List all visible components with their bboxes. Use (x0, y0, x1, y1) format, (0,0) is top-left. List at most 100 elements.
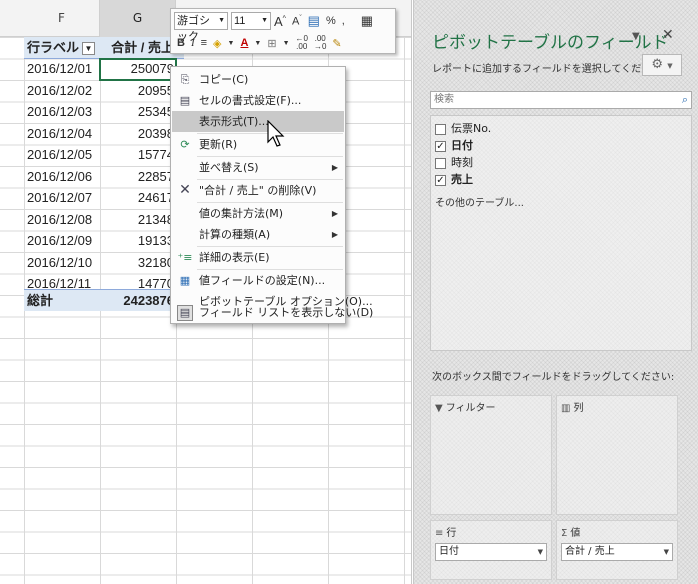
row-value-cell[interactable]: 20955 (100, 80, 176, 102)
checkbox[interactable] (435, 123, 446, 135)
rows-icon: ≡ (435, 528, 444, 539)
row-value-cell[interactable]: 25345 (100, 101, 176, 123)
chevron-down-icon: ▼ (537, 548, 543, 556)
row-value-cell[interactable]: 19133 (100, 230, 176, 252)
menu-item-hide-field-list[interactable]: ▤ フィールド リストを表示しない(D) (172, 303, 373, 323)
field-list: 伝票No. ✓ 日付 時刻 ✓ 売上 その他のテーブル... (430, 115, 692, 351)
shrink-font-button[interactable]: Aˇ (289, 15, 305, 28)
row-date-cell[interactable]: 2016/12/01 (24, 58, 100, 80)
format-painter-icon[interactable]: ✎ (329, 37, 344, 50)
checkbox[interactable] (435, 157, 446, 169)
row-value-cell[interactable]: 15774 (100, 144, 176, 166)
font-size-box[interactable]: 11 ▼ (231, 12, 271, 30)
menu-item-sort[interactable]: 並べ替え(S) ▶ (172, 157, 344, 178)
menu-item-copy[interactable]: ⎘ コピー(C) (172, 69, 344, 90)
field-settings-icon: ▦ (179, 274, 191, 287)
row-date-cell[interactable]: 2016/12/02 (24, 80, 100, 102)
row-value-cell[interactable]: 32180 (100, 252, 176, 274)
italic-button[interactable]: I (188, 37, 198, 49)
menu-item-summarize-by[interactable]: 値の集計方法(M) ▶ (172, 203, 344, 224)
chevron-down-icon[interactable]: ▼ (225, 40, 238, 47)
comma-button[interactable]: , (339, 15, 348, 27)
chevron-down-icon[interactable]: ▼ (632, 31, 640, 42)
menu-item-value-field-settings[interactable]: ▦ 値フィールドの設定(N)... (172, 270, 344, 291)
grow-font-button[interactable]: A^ (271, 14, 289, 29)
show-details-icon: ⁺≡ (177, 251, 193, 264)
field-list-icon: ▤ (177, 305, 193, 321)
refresh-icon: ⟳ (180, 138, 190, 151)
values-field-sum-sales[interactable]: 合計 / 売上 ▼ (561, 543, 673, 561)
row-label-filter-icon[interactable]: ▼ (82, 42, 96, 56)
field-item-slip-no[interactable]: 伝票No. (435, 120, 491, 137)
checkbox-checked[interactable]: ✓ (435, 140, 446, 152)
more-tables-link[interactable]: その他のテーブル... (435, 194, 524, 209)
row-value-cell[interactable]: 22857 (100, 166, 176, 188)
submenu-arrow-icon: ▶ (331, 230, 338, 239)
align-center-icon[interactable]: ≡ (198, 37, 210, 49)
rows-area[interactable]: ≡ 行 日付 ▼ (430, 520, 552, 580)
mouse-cursor-icon (267, 120, 285, 147)
chevron-down-icon[interactable]: ▼ (280, 40, 293, 47)
pivot-total-row: 総計 2423876 (24, 289, 184, 311)
field-item-sales[interactable]: ✓ 売上 (435, 171, 473, 188)
menu-item-remove-field[interactable]: ✕ "合計 / 売上" の削除(V) (172, 180, 344, 201)
row-label-header[interactable]: 行ラベル ▼ (24, 37, 100, 59)
menu-item-refresh[interactable]: ⟳ 更新(R) (172, 134, 344, 155)
submenu-arrow-icon: ▶ (331, 209, 338, 218)
field-search-input[interactable]: 検索 ⌕ (430, 91, 692, 109)
grand-total-label[interactable]: 総計 (24, 290, 100, 312)
rows-field-date[interactable]: 日付 ▼ (435, 543, 547, 561)
bold-button[interactable]: B (174, 37, 188, 49)
columns-icon: ▥ (561, 403, 571, 414)
menu-item-format-cells[interactable]: ▤ セルの書式設定(F)... (172, 90, 344, 111)
columns-area[interactable]: ▥ 列 (556, 395, 678, 515)
chevron-down-icon: ▼ (218, 17, 225, 24)
row-date-cell[interactable]: 2016/12/05 (24, 144, 100, 166)
pane-subtitle: レポートに追加するフィールドを選択してください: (432, 64, 665, 75)
row-date-cell[interactable]: 2016/12/08 (24, 209, 100, 231)
row-date-cell[interactable]: 2016/12/09 (24, 230, 100, 252)
menu-item-number-format[interactable]: 表示形式(T)... (172, 111, 344, 132)
checkbox-checked[interactable]: ✓ (435, 174, 446, 186)
percent-button[interactable]: % (323, 15, 339, 27)
delete-icon: ✕ (179, 182, 191, 198)
chevron-down-icon[interactable]: ▼ (251, 40, 264, 47)
row-date-cell[interactable]: 2016/12/04 (24, 123, 100, 145)
row-value-cell[interactable]: 20398 (100, 123, 176, 145)
tools-button[interactable]: ⚙ ▼ (642, 54, 682, 76)
row-date-cell[interactable]: 2016/12/10 (24, 252, 100, 274)
menu-item-show-values-as[interactable]: 計算の種類(A) ▶ (172, 224, 344, 245)
pivot-header-row: 行ラベル ▼ 合計 / 売上 (24, 37, 184, 59)
table-format-icon[interactable]: ▦ (358, 13, 376, 29)
row-date-cell[interactable]: 2016/12/06 (24, 166, 100, 188)
value-label-header[interactable]: 合計 / 売上 (100, 37, 176, 59)
search-icon[interactable]: ⌕ (682, 92, 688, 108)
decrease-decimal-icon[interactable]: .00 →0 (311, 35, 329, 51)
grand-total-value[interactable]: 2423876 (100, 290, 176, 312)
menu-item-show-details[interactable]: ⁺≡ 詳細の表示(E) (172, 247, 344, 268)
font-color-button[interactable]: A (237, 37, 251, 49)
increase-decimal-icon[interactable]: ←0.00 (293, 35, 311, 51)
sigma-icon: Σ (561, 528, 568, 539)
values-area[interactable]: Σ値 合計 / 売上 ▼ (556, 520, 678, 580)
borders-icon[interactable]: ⊞ (264, 37, 279, 50)
column-header-g[interactable]: G (100, 0, 176, 37)
field-item-time[interactable]: 時刻 (435, 154, 473, 171)
row-value-cell[interactable]: 21348 (100, 209, 176, 231)
pivot-field-pane: ピボットテーブルのフィールド ▼ ✕ レポートに追加するフィールドを選択してくだ… (413, 0, 698, 584)
number-format-icon[interactable]: ▤ (305, 13, 323, 29)
chevron-down-icon: ▼ (663, 548, 669, 556)
row-date-cell[interactable]: 2016/12/03 (24, 101, 100, 123)
row-date-cell[interactable]: 2016/12/07 (24, 187, 100, 209)
row-value-cell[interactable]: 24617 (100, 187, 176, 209)
font-name-box[interactable]: 游ゴシック ▼ (174, 12, 228, 43)
filter-area[interactable]: ▼ フィルター (430, 395, 552, 515)
close-icon[interactable]: ✕ (662, 27, 674, 43)
fill-color-icon[interactable]: ◈ (210, 37, 224, 50)
field-item-date[interactable]: ✓ 日付 (435, 137, 473, 154)
mini-toolbar: 游ゴシック ▼ 11 ▼ A^ Aˇ ▤ % , ▦ B I ≡ ◈ ▼ A ▼ ⊞… (170, 8, 396, 54)
column-header-f[interactable]: F (24, 0, 100, 37)
selected-cell (99, 58, 177, 81)
submenu-arrow-icon: ▶ (331, 163, 338, 172)
filter-icon: ▼ (435, 403, 443, 414)
